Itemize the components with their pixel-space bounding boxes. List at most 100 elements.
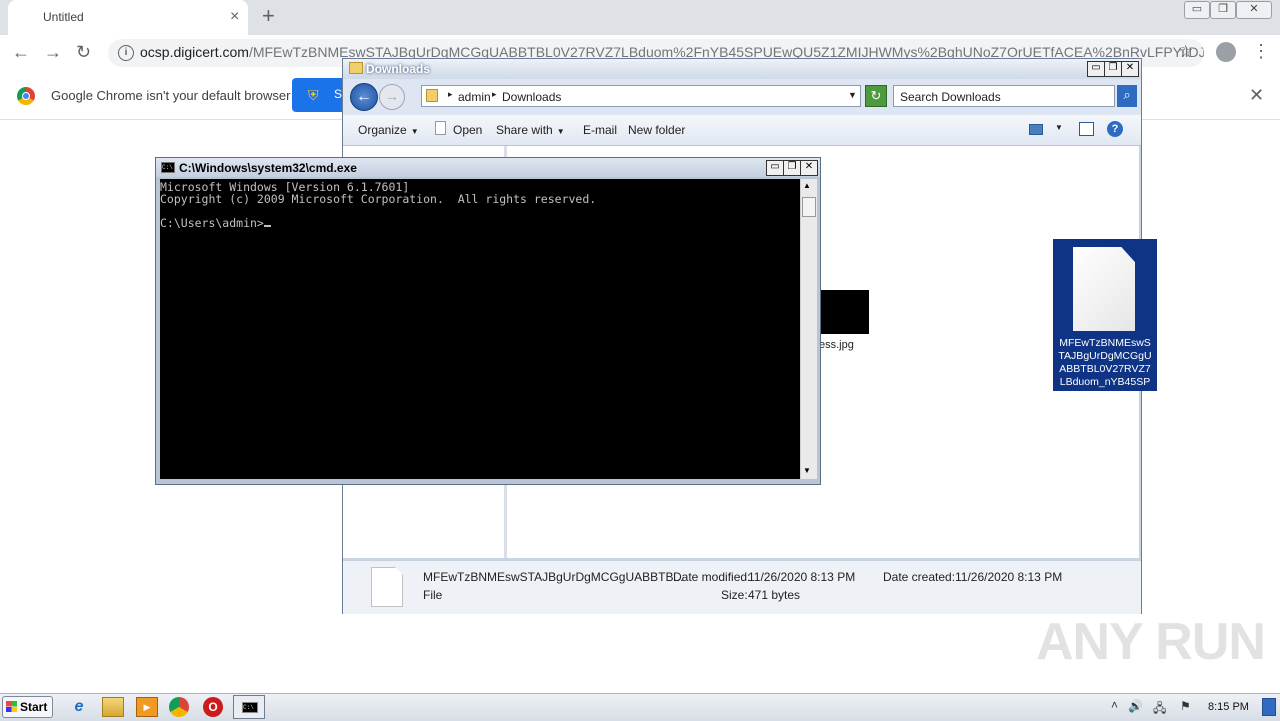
internet-explorer-icon[interactable]: e (68, 697, 90, 717)
cmd-close-button[interactable]: ✕ (800, 160, 818, 176)
cmd-maximize-button[interactable]: ❐ (783, 160, 801, 176)
console-scrollbar[interactable]: ▲ ▼ (800, 179, 817, 479)
console-prompt: C:\Users\admin> (160, 217, 271, 229)
start-button[interactable]: Start (2, 696, 53, 718)
chrome-taskbar-icon[interactable] (169, 697, 189, 717)
explorer-title: Downloads (366, 62, 431, 76)
windows-taskbar: Start e ▶ O C:\ ˄ 🔊 🖧 ⚑ 8:15 PM (0, 693, 1280, 721)
new-tab-button[interactable]: + (262, 5, 275, 27)
refresh-button[interactable]: ↻ (865, 85, 887, 107)
size-label: Size: (721, 588, 748, 602)
opera-icon[interactable]: O (203, 697, 223, 717)
tab-close-icon[interactable]: × (230, 8, 239, 26)
cmd-taskbar-button[interactable]: C:\ (233, 695, 265, 719)
anyrun-watermark: ANY RUN (1036, 613, 1266, 671)
cmd-title: C:\Windows\system32\cmd.exe (179, 161, 357, 175)
cmd-minimize-button[interactable]: ▭ (766, 160, 784, 176)
explorer-titlebar[interactable]: Downloads ▭ ❐ ✕ (343, 59, 1141, 79)
change-view-icon[interactable] (1029, 124, 1043, 135)
file-label-jpg[interactable]: ess.jpg (819, 339, 854, 351)
date-created-value: 11/26/2020 8:13 PM (955, 570, 1063, 584)
selected-file-item[interactable]: MFEwTzBNMEswSTAJBgUrDgMCGgUABBTBL0V27RVZ… (1053, 239, 1157, 401)
site-info-icon[interactable]: i (118, 45, 134, 61)
address-dropdown-icon[interactable]: ▼ (848, 90, 857, 100)
help-icon[interactable]: ? (1107, 121, 1123, 137)
forward-button[interactable]: → (379, 84, 405, 110)
view-dropdown-icon[interactable]: ▼ (1055, 123, 1063, 132)
browser-minimize-button[interactable]: ▭ (1184, 1, 1210, 19)
scroll-up-icon[interactable]: ▲ (803, 181, 811, 190)
tab-untitled[interactable]: Untitled × (8, 0, 248, 35)
size-value: 471 bytes (748, 588, 801, 602)
action-center-flag-icon[interactable]: ⚑ (1180, 699, 1191, 713)
generic-file-icon (1073, 247, 1135, 331)
back-button[interactable]: ← (350, 83, 378, 111)
breadcrumb-arrow-icon[interactable]: ▸ (492, 89, 497, 100)
console-output[interactable]: Microsoft Windows [Version 6.1.7601] Cop… (160, 179, 800, 479)
explorer-minimize-button[interactable]: ▭ (1087, 61, 1105, 77)
scroll-thumb[interactable] (802, 197, 816, 217)
date-modified-label: Date modified: (673, 570, 751, 584)
infobar-message: Google Chrome isn't your default browser (51, 88, 291, 103)
infobar-close-icon[interactable]: ✕ (1249, 85, 1264, 106)
cmd-window: C:\ C:\Windows\system32\cmd.exe ▭ ❐ ✕ Mi… (155, 157, 821, 485)
open-button[interactable]: Open (453, 123, 482, 137)
bookmark-star-icon[interactable]: ☆ (1178, 42, 1193, 62)
search-icon[interactable]: ⌕ (1117, 85, 1137, 107)
selected-file-name: MFEwTzBNMEswSTAJBgUrDgMCGgUABBTBL0V27RVZ… (1058, 337, 1152, 401)
date-created-label: Date created: (883, 570, 956, 584)
explorer-close-button[interactable]: ✕ (1121, 61, 1139, 77)
share-with-button[interactable]: Share with ▼ (496, 123, 565, 137)
uac-shield-icon: ⛨ (308, 87, 319, 103)
search-downloads-input[interactable]: Search Downloads (893, 85, 1115, 107)
explorer-maximize-button[interactable]: ❐ (1104, 61, 1122, 77)
show-desktop-button[interactable] (1262, 698, 1276, 716)
media-player-icon[interactable]: ▶ (136, 697, 158, 717)
prompt-text: C:\Users\admin> (160, 216, 264, 230)
scroll-down-icon[interactable]: ▼ (803, 466, 811, 475)
browser-restore-button[interactable]: ❐ (1210, 1, 1236, 19)
cmd-titlebar[interactable]: C:\ C:\Windows\system32\cmd.exe ▭ ❐ ✕ (156, 158, 820, 177)
show-hidden-icons[interactable]: ˄ (1111, 698, 1118, 712)
location-folder-icon (426, 89, 438, 102)
explorer-nav-bar: ← → ▸ admin ▸ Downloads ▼ ↻ Search Downl… (343, 79, 1141, 115)
windows-logo-icon (6, 701, 17, 712)
cmd-icon: C:\ (161, 162, 175, 173)
preview-pane-icon[interactable] (1079, 122, 1094, 136)
taskbar-clock[interactable]: 8:15 PM (1208, 701, 1249, 713)
cmd-icon: C:\ (242, 702, 258, 713)
set-as-default-label: S (334, 87, 343, 101)
chevron-down-icon: ▼ (556, 127, 565, 136)
browser-tab-strip: Untitled × + ▭ ❐ ✕ (0, 0, 1280, 35)
date-modified-value: 11/26/2020 8:13 PM (748, 570, 856, 584)
network-icon[interactable]: 🖧 (1153, 699, 1166, 720)
file-explorer-icon[interactable] (102, 697, 124, 717)
email-button[interactable]: E-mail (583, 123, 617, 137)
url-host: ocsp.digicert.com (140, 44, 249, 60)
breadcrumb-admin[interactable]: admin (458, 90, 491, 104)
tab-title: Untitled (43, 10, 84, 24)
breadcrumb-arrow-icon[interactable]: ▸ (448, 89, 453, 100)
open-file-icon (435, 121, 446, 135)
breadcrumb-downloads[interactable]: Downloads (502, 90, 561, 104)
profile-avatar[interactable] (1216, 42, 1236, 62)
console-line: Copyright (c) 2009 Microsoft Corporation… (160, 192, 597, 206)
reload-icon[interactable]: ↻ (76, 42, 91, 62)
browser-close-button[interactable]: ✕ (1236, 1, 1272, 19)
search-placeholder: Search Downloads (900, 90, 1001, 104)
chrome-menu-icon[interactable]: ⋮ (1252, 41, 1270, 61)
details-file-type: File (423, 588, 443, 602)
share-with-label: Share with (496, 123, 553, 137)
jpg-thumbnail[interactable] (817, 290, 869, 334)
text-cursor (263, 225, 271, 227)
explorer-command-bar: Organize ▼ Open Share with ▼ E-mail New fo… (343, 115, 1141, 146)
back-arrow-icon[interactable]: ← (12, 42, 30, 62)
organize-button[interactable]: Organize ▼ (358, 123, 419, 137)
chrome-logo-icon (17, 87, 35, 105)
volume-icon[interactable]: 🔊 (1128, 699, 1143, 713)
explorer-address-bar[interactable]: ▸ admin ▸ Downloads ▼ (421, 85, 861, 107)
folder-icon (349, 62, 363, 74)
organize-label: Organize (358, 123, 407, 137)
forward-arrow-icon[interactable]: → (44, 42, 62, 62)
new-folder-button[interactable]: New folder (628, 123, 685, 137)
